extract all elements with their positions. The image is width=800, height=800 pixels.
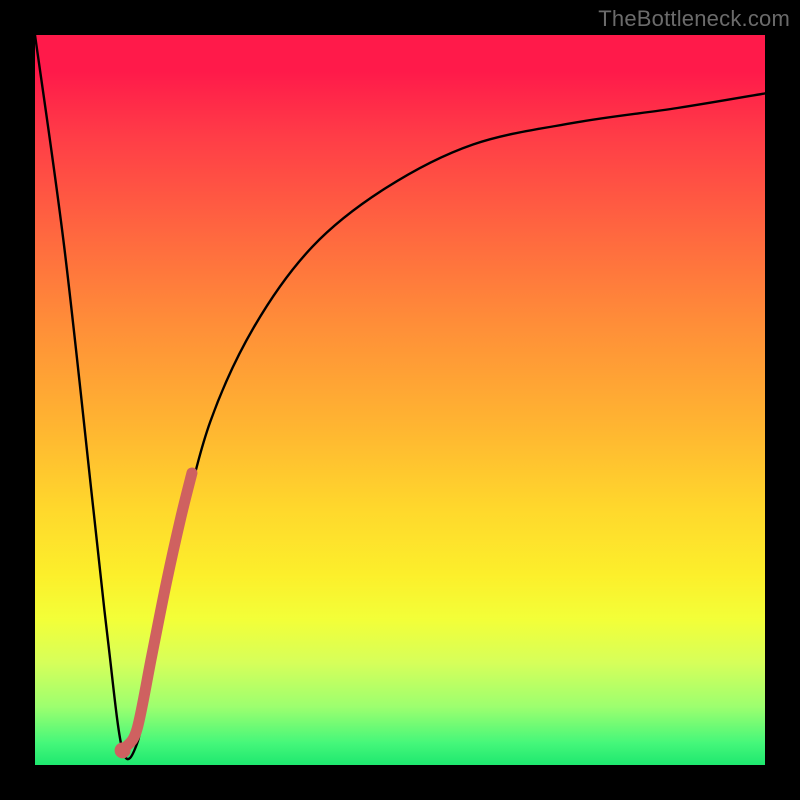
highlight-dot-circle: [115, 742, 131, 758]
watermark-label: TheBottleneck.com: [598, 6, 790, 32]
highlight-segment: [126, 473, 192, 747]
bottleneck-curve: [35, 35, 765, 759]
bottleneck-curve-path: [35, 35, 765, 759]
curve-layer: [35, 35, 765, 765]
chart-frame: TheBottleneck.com: [0, 0, 800, 800]
highlight-dot: [115, 742, 131, 758]
highlight-segment-path: [126, 473, 192, 747]
plot-area: [35, 35, 765, 765]
